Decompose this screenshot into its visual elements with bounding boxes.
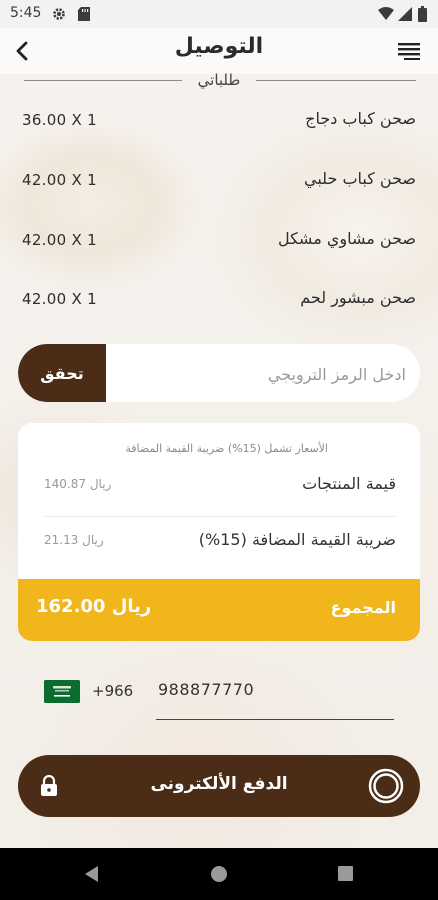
signal-icon <box>398 7 412 21</box>
order-item-name: صحن مبشور لحم <box>300 288 416 307</box>
page-title: التوصيل <box>174 34 264 59</box>
order-item: صحن مشاوي مشكل 42.00 X 1 <box>0 221 438 261</box>
order-item-name: صحن كباب دجاج <box>305 109 416 128</box>
payment-label: الدفع الألكترونى <box>150 774 288 794</box>
products-total-value: 140.87 ريال <box>44 477 112 491</box>
total-value: 162.00 ريال <box>36 596 152 617</box>
vat-note: الأسعار تشمل (15%) ضريبة القيمة المضافة <box>125 442 328 455</box>
verify-coupon-button[interactable]: تحقق <box>18 344 106 402</box>
home-circle-icon[interactable] <box>210 865 228 883</box>
order-item-price: 42.00 X 1 <box>22 290 97 308</box>
sd-card-icon <box>78 7 90 21</box>
gear-icon <box>53 8 65 20</box>
status-bar: 5:45 <box>0 0 438 28</box>
status-time: 5:45 <box>10 5 42 21</box>
wifi-icon <box>378 7 394 20</box>
vat-label: ضريبة القيمة المضافة (15%) <box>198 530 396 549</box>
orders-section-title: طلباتي <box>197 71 241 89</box>
order-item-price: 42.00 X 1 <box>22 231 97 249</box>
dial-code[interactable]: +966 <box>92 682 133 700</box>
system-nav-bar <box>0 848 438 900</box>
order-item-name: صحن كباب حلبي <box>304 169 416 188</box>
order-item-price: 42.00 X 1 <box>22 171 97 189</box>
products-total-label: قيمة المنتجات <box>302 474 396 493</box>
radio-selected-icon[interactable] <box>368 768 404 804</box>
vat-value: 21.13 ريال <box>44 533 104 547</box>
battery-icon <box>418 6 427 22</box>
total-bar: المجموع 162.00 ريال <box>18 579 420 641</box>
order-item-price: 36.00 X 1 <box>22 111 97 129</box>
order-summary-card: الأسعار تشمل (15%) ضريبة القيمة المضافة … <box>18 423 420 641</box>
electronic-payment-button[interactable]: الدفع الألكترونى <box>18 755 420 817</box>
order-item: صحن كباب دجاج 36.00 X 1 <box>0 101 438 141</box>
phone-underline <box>156 719 394 720</box>
coupon-input[interactable] <box>114 344 408 402</box>
menu-lines-icon[interactable] <box>398 42 420 60</box>
order-item: صحن كباب حلبي 42.00 X 1 <box>0 161 438 201</box>
app-bar: التوصيل <box>0 28 438 74</box>
phone-number-field[interactable]: 988877770 <box>158 680 254 699</box>
summary-divider <box>44 516 396 517</box>
order-item-name: صحن مشاوي مشكل <box>277 229 416 248</box>
coupon-field: تحقق <box>18 344 420 402</box>
total-label: المجموع <box>330 598 396 617</box>
recents-square-icon[interactable] <box>338 866 353 881</box>
order-item: صحن مبشور لحم 42.00 X 1 <box>0 280 438 320</box>
saudi-flag-icon[interactable] <box>44 680 80 703</box>
back-triangle-icon[interactable] <box>83 865 99 883</box>
